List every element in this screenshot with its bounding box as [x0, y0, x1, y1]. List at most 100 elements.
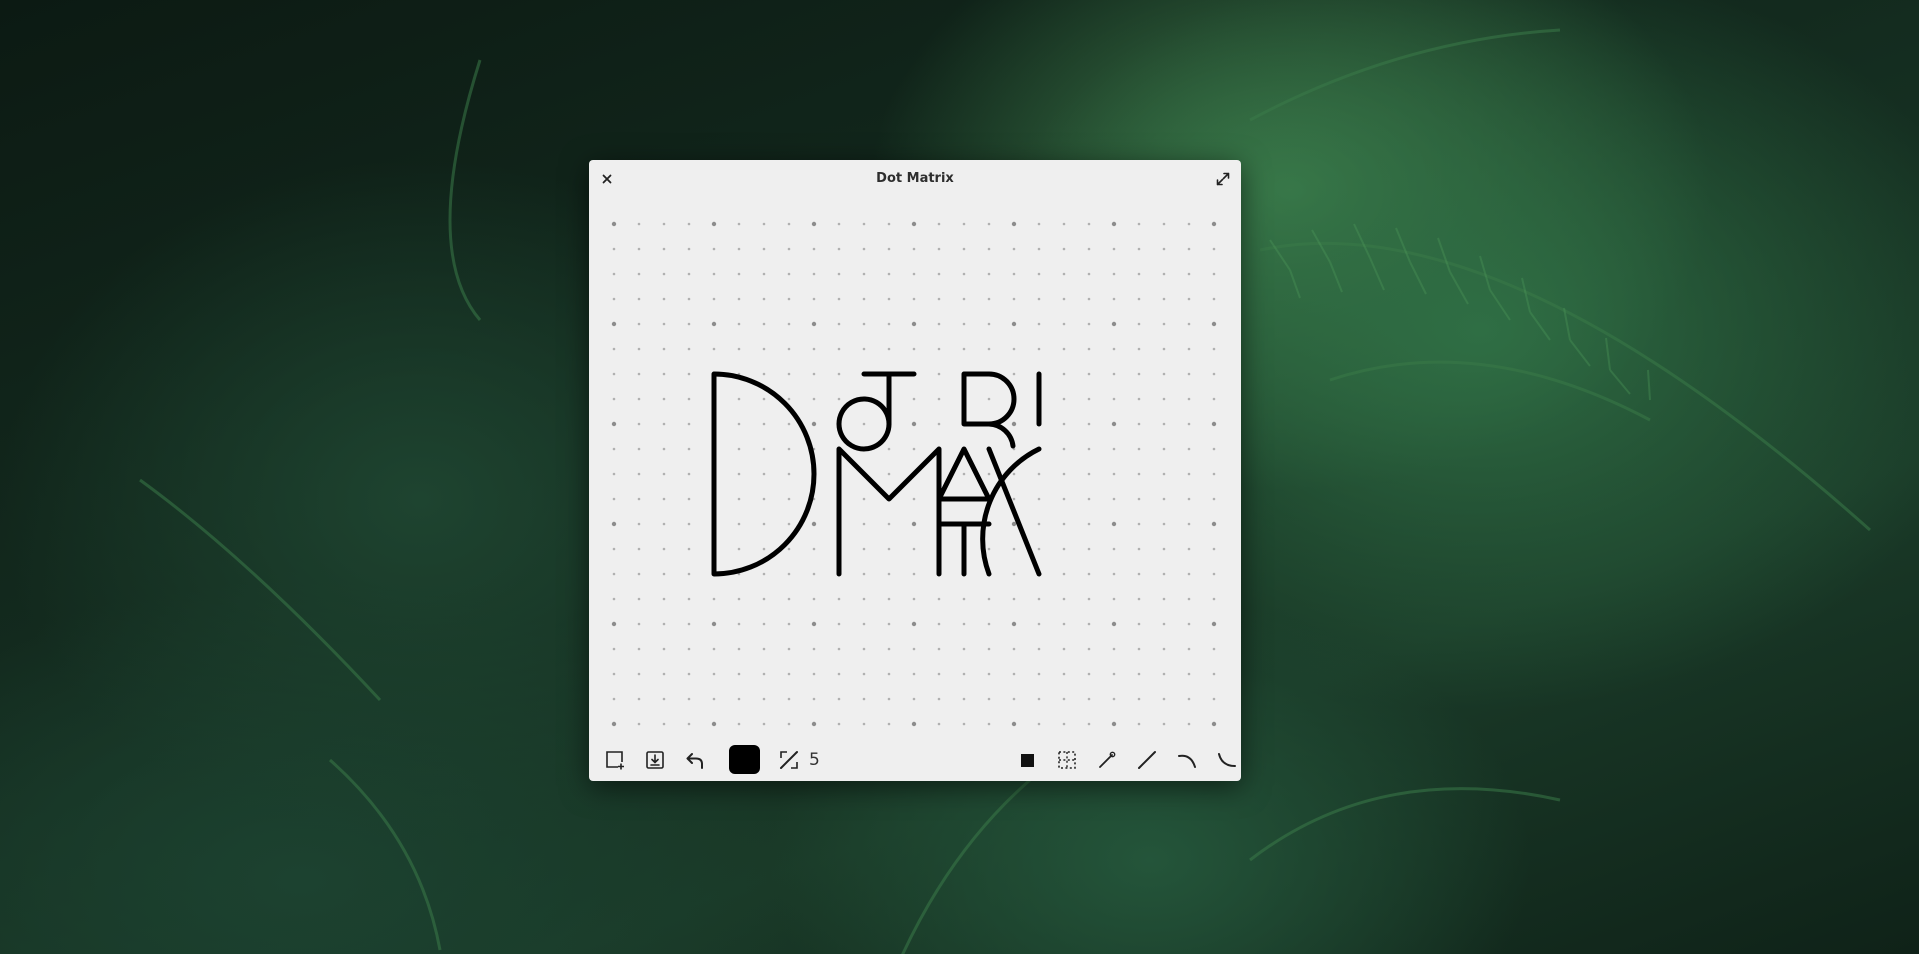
grid-dot [762, 222, 766, 226]
grid-dot [1137, 247, 1141, 251]
grid-dot [1162, 622, 1166, 626]
grid-dot [812, 547, 816, 551]
grid-dot [687, 697, 691, 701]
grid-dot [787, 572, 791, 576]
grid-dot [962, 672, 966, 676]
new-canvas-button[interactable] [601, 746, 629, 774]
grid-dot [637, 547, 641, 551]
grid-dot [1087, 447, 1091, 451]
line-width-button[interactable] [775, 746, 803, 774]
grid-dot [1087, 722, 1091, 726]
grid-dot [911, 421, 917, 427]
grid-dot [887, 697, 891, 701]
grid-dot [1187, 547, 1191, 551]
grid-dot [812, 697, 816, 701]
grid-dot [787, 397, 791, 401]
grid-dot [612, 497, 616, 501]
grid-dot [1037, 297, 1041, 301]
grid-dot [837, 622, 841, 626]
grid-dot [1137, 497, 1141, 501]
grid-dot [887, 622, 891, 626]
save-button[interactable] [641, 746, 669, 774]
grid-dot [711, 721, 717, 727]
grid-dot [762, 397, 766, 401]
grid-dot [1137, 447, 1141, 451]
grid-dot [612, 597, 616, 601]
grid-dot [911, 321, 917, 327]
grid-dot [637, 472, 641, 476]
curve-left-button[interactable] [1173, 746, 1201, 774]
grid-dot [1012, 472, 1016, 476]
grid-dot [762, 647, 766, 651]
straight-line-button[interactable] [1133, 746, 1161, 774]
grid-dot [1037, 222, 1041, 226]
grid-dot [1112, 647, 1116, 651]
grid-dot [937, 722, 941, 726]
grid-dot [1062, 322, 1066, 326]
maximize-button[interactable] [1214, 170, 1232, 188]
grid-dot [937, 222, 941, 226]
grid-dot [962, 272, 966, 276]
grid-dot [762, 697, 766, 701]
grid-dot [987, 397, 991, 401]
grid-dot [962, 472, 966, 476]
grid-dot [1212, 372, 1216, 376]
fill-tool-button[interactable] [1013, 746, 1041, 774]
grid-dot [937, 322, 941, 326]
grid-dot [1012, 647, 1016, 651]
grid-dot [1011, 621, 1017, 627]
grid-dot [1187, 397, 1191, 401]
grid-dot [1062, 447, 1066, 451]
grid-dot [912, 397, 916, 401]
grid-dot [637, 522, 641, 526]
grid-dot [812, 597, 816, 601]
grid-dot [1187, 247, 1191, 251]
grid-dot [812, 372, 816, 376]
grid-dot [1037, 522, 1041, 526]
drawing-canvas[interactable] [589, 198, 1241, 738]
grid-dot [937, 297, 941, 301]
grid-dot [637, 372, 641, 376]
grid-dot [662, 522, 666, 526]
maximize-icon [1216, 172, 1230, 186]
grid-dot [937, 697, 941, 701]
grid-dot [737, 497, 741, 501]
grid-dot [1187, 622, 1191, 626]
grid-dot [637, 672, 641, 676]
grid-dot [987, 647, 991, 651]
grid-dot [1112, 347, 1116, 351]
grid-dot [1011, 221, 1017, 227]
grid-dot [1087, 622, 1091, 626]
undo-icon [686, 753, 703, 769]
grid-dot [837, 222, 841, 226]
grid-dot [987, 722, 991, 726]
grid-dot [787, 622, 791, 626]
grid-dot [1012, 347, 1016, 351]
grid-dot [1212, 572, 1216, 576]
grid-dot [1112, 397, 1116, 401]
grid-dot [1137, 347, 1141, 351]
grid-dot [1187, 597, 1191, 601]
grid-dot [1037, 547, 1041, 551]
grid-dot [687, 372, 691, 376]
grid-dot [612, 347, 616, 351]
curve-right-button[interactable] [1213, 746, 1241, 774]
grid-dot [837, 297, 841, 301]
grid-dot [1087, 472, 1091, 476]
color-swatch-button[interactable] [729, 745, 760, 774]
grid-dot [637, 297, 641, 301]
line-tool-button[interactable] [1093, 746, 1121, 774]
grid-dot [1187, 497, 1191, 501]
straight-line-icon [1138, 751, 1156, 769]
grid-dot [1087, 422, 1091, 426]
undo-button[interactable] [681, 746, 709, 774]
filled-square-icon [1021, 754, 1034, 767]
grid-dot [962, 322, 966, 326]
grid-dot [1062, 572, 1066, 576]
grid-dot [1111, 521, 1117, 527]
grid-toggle-button[interactable] [1053, 746, 1081, 774]
grid-dot [1062, 672, 1066, 676]
grid-dot [1187, 372, 1191, 376]
grid-dot [637, 322, 641, 326]
grid-dot [1062, 522, 1066, 526]
